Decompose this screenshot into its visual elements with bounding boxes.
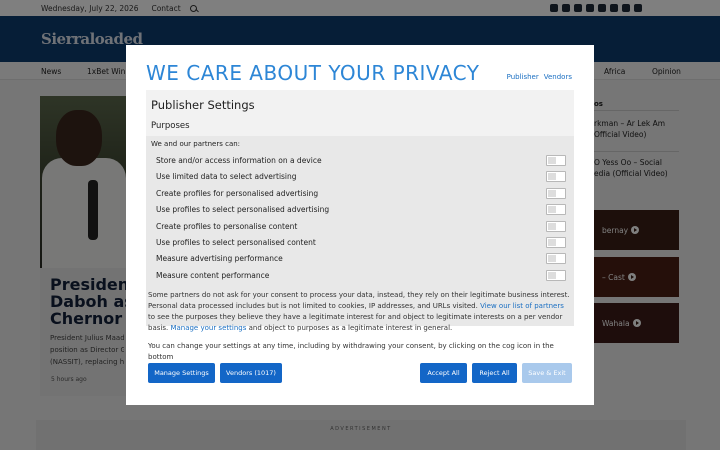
consent-paragraph: You can change your settings at any time…	[148, 342, 554, 361]
purpose-label: Use profiles to select personalised adve…	[156, 204, 330, 214]
purpose-toggle[interactable]	[546, 203, 566, 215]
purpose-toggle[interactable]	[546, 252, 566, 264]
purpose-toggle[interactable]	[546, 170, 566, 182]
partners-list-link[interactable]: View our list of partners	[480, 302, 564, 310]
consent-body: Some partners do not ask for your consen…	[148, 290, 572, 370]
purpose-row: Create profiles for personalised adverti…	[156, 185, 566, 201]
purpose-row: Use profiles to select personalised cont…	[156, 234, 566, 250]
consent-paragraph: Some partners do not ask for your consen…	[148, 290, 572, 334]
accept-all-button[interactable]: Accept All	[420, 363, 467, 383]
save-exit-button[interactable]: Save & Exit	[522, 363, 572, 383]
purpose-row: Store and/or access information on a dev…	[156, 152, 566, 168]
purpose-row: Use profiles to select personalised adve…	[156, 201, 566, 217]
settings-title: Publisher Settings	[151, 98, 255, 112]
tab-publisher[interactable]: Publisher	[507, 73, 539, 81]
vendors-button[interactable]: Vendors (1017)	[220, 363, 282, 383]
purpose-label: Use limited data to select advertising	[156, 171, 297, 181]
reject-all-button[interactable]: Reject All	[472, 363, 517, 383]
purpose-row: Create profiles to personalise content	[156, 218, 566, 234]
consent-tabs: Publisher Vendors	[507, 73, 572, 81]
purpose-label: Store and/or access information on a dev…	[156, 155, 322, 165]
purpose-label: Measure content performance	[156, 270, 270, 280]
consent-text: and object to purposes as a legitimate i…	[248, 324, 453, 332]
purpose-row: Measure advertising performance	[156, 250, 566, 266]
tab-vendors[interactable]: Vendors	[544, 73, 572, 81]
purpose-row: Use limited data to select advertising	[156, 168, 566, 184]
purpose-label: Create profiles for personalised adverti…	[156, 188, 319, 198]
purpose-label: Create profiles to personalise content	[156, 221, 298, 231]
manage-settings-button[interactable]: Manage Settings	[148, 363, 215, 383]
purpose-toggle[interactable]	[546, 154, 566, 166]
consent-title: WE CARE ABOUT YOUR PRIVACY	[146, 61, 480, 85]
purpose-label: Use profiles to select personalised cont…	[156, 237, 316, 247]
purpose-row: Measure content performance	[156, 267, 566, 283]
partners-intro: We and our partners can:	[151, 140, 241, 148]
purpose-toggle[interactable]	[546, 269, 566, 281]
purposes-title: Purposes	[151, 121, 190, 131]
manage-settings-link[interactable]: Manage your settings	[170, 324, 246, 332]
consent-modal: WE CARE ABOUT YOUR PRIVACY Publisher Ven…	[126, 45, 594, 405]
purpose-toggle[interactable]	[546, 220, 566, 232]
purpose-toggle[interactable]	[546, 187, 566, 199]
purpose-label: Measure advertising performance	[156, 253, 283, 263]
purpose-toggle[interactable]	[546, 236, 566, 248]
